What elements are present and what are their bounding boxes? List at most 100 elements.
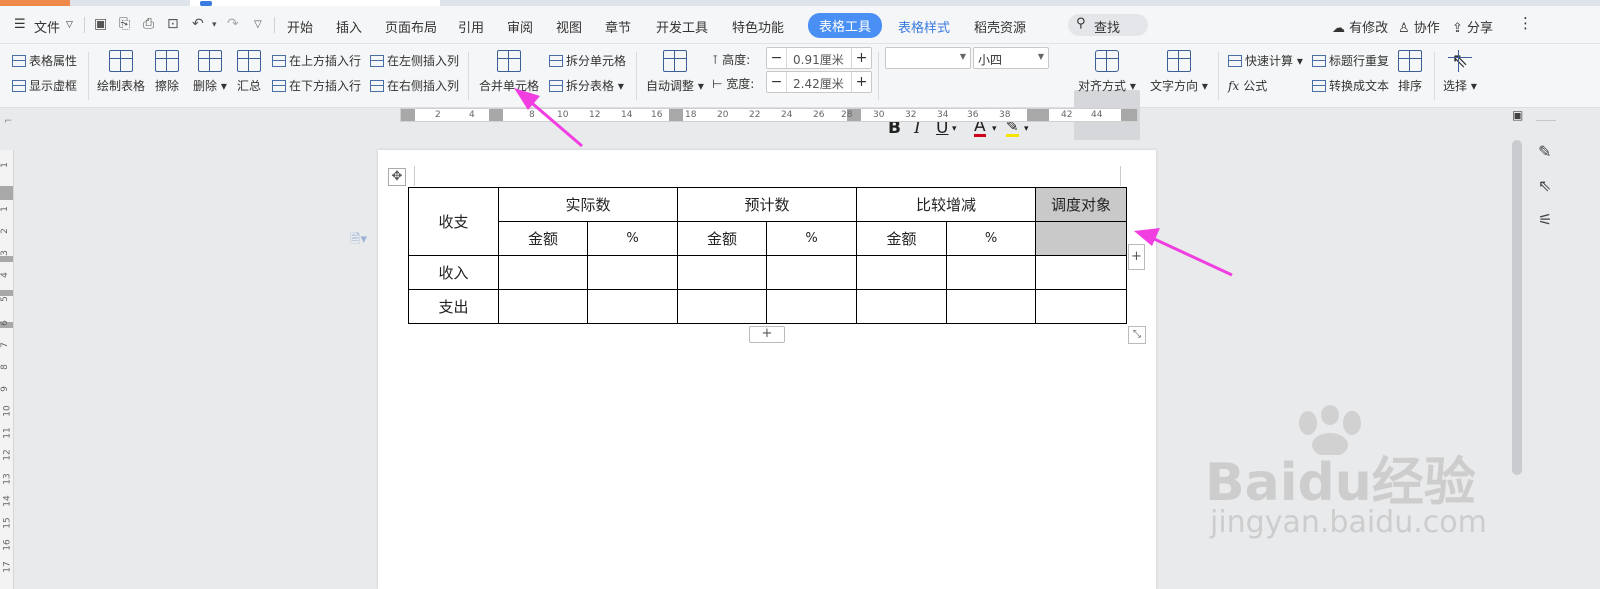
increase-icon[interactable]: +: [851, 48, 871, 68]
tab-table-style[interactable]: 表格样式: [898, 17, 950, 36]
table-cell[interactable]: [498, 255, 588, 290]
table-cell[interactable]: 实际数: [498, 187, 678, 222]
table-cell[interactable]: 收支: [408, 187, 499, 256]
table-cell[interactable]: [677, 289, 767, 324]
split-cells-button[interactable]: 拆分单元格: [549, 52, 626, 69]
select-button[interactable]: ⇖ 选择 ▾: [1443, 50, 1477, 94]
table-cell[interactable]: 预计数: [677, 187, 857, 222]
undo-dropdown-icon[interactable]: ▾: [212, 20, 217, 30]
customize-quick-access-icon[interactable]: ▽: [254, 19, 262, 30]
table-cell[interactable]: 支出: [408, 289, 499, 324]
table-cell[interactable]: 比较增减: [856, 187, 1036, 222]
table-cell[interactable]: %: [766, 221, 857, 256]
vertical-ruler[interactable]: 1 1 2 3 4 5 6 7 8 9 10 11 12 13 14 15 16…: [0, 150, 14, 589]
tab-page-layout[interactable]: 页面布局: [385, 17, 437, 36]
font-color-dropdown-icon[interactable]: ▾: [992, 124, 997, 134]
table-move-handle-icon[interactable]: ✥: [388, 168, 406, 186]
font-size-select[interactable]: 小四 ▼: [973, 47, 1049, 69]
table-cell[interactable]: [587, 289, 678, 324]
table-cell[interactable]: 金额: [498, 221, 588, 256]
more-options-icon[interactable]: ⋮: [1518, 14, 1533, 32]
vertical-scrollbar[interactable]: [1512, 140, 1522, 475]
print-preview-icon[interactable]: ⊡: [167, 16, 179, 32]
horizontal-ruler[interactable]: 2 4 8 10 12 14 16 18 20 22 24 26 28 30 3…: [400, 108, 1138, 122]
table-cell[interactable]: [946, 289, 1036, 324]
tab-table-tools[interactable]: 表格工具: [808, 13, 883, 38]
col-width-value[interactable]: 2.42厘米: [793, 75, 844, 92]
draw-table-button[interactable]: 绘制表格: [97, 50, 145, 94]
table-cell[interactable]: %: [587, 221, 678, 256]
print-icon[interactable]: ⎙: [143, 16, 154, 32]
insert-row-below-button[interactable]: 在下方插入行: [272, 77, 361, 94]
table-cell[interactable]: 金额: [856, 221, 947, 256]
table-cell-selected[interactable]: [1035, 221, 1127, 256]
table-cell[interactable]: [498, 289, 588, 324]
split-table-button[interactable]: 拆分表格 ▾: [549, 77, 624, 94]
auto-fit-button[interactable]: 自动调整 ▾: [646, 50, 704, 94]
table-properties-button[interactable]: 表格属性: [12, 52, 77, 69]
select-cursor-icon[interactable]: ⇖: [1538, 176, 1551, 195]
save-icon[interactable]: ▣: [94, 16, 107, 32]
tab-review[interactable]: 审阅: [507, 17, 533, 36]
table-cell[interactable]: [1035, 289, 1127, 324]
hamburger-icon[interactable]: ☰: [14, 17, 26, 32]
convert-to-text-button[interactable]: 转换成文本: [1312, 77, 1389, 94]
tab-docer-resources[interactable]: 稻壳资源: [974, 17, 1026, 36]
modified-button[interactable]: ☁ 有修改: [1332, 17, 1388, 36]
paragraph-icon[interactable]: 🗎▾: [350, 230, 367, 252]
show-gridlines-button[interactable]: 显示虚框: [12, 77, 77, 94]
row-height-value[interactable]: 0.91厘米: [793, 51, 844, 68]
table-cell[interactable]: [677, 255, 767, 290]
file-menu[interactable]: 文件: [34, 17, 60, 36]
summary-button[interactable]: 汇总: [237, 50, 261, 94]
search-box[interactable]: ⚲ 查找: [1068, 14, 1148, 36]
table-cell[interactable]: [766, 289, 857, 324]
quick-calc-button[interactable]: 快速计算 ▾: [1228, 52, 1303, 69]
tab-references[interactable]: 引用: [458, 17, 484, 36]
share-button[interactable]: ⇪ 分享: [1452, 17, 1493, 36]
increase-icon[interactable]: +: [851, 72, 871, 92]
document-page[interactable]: ✥ 收支 实际数 预计数 比较增减 调度对象 金额 % 金额 % 金额 % 收入: [378, 150, 1156, 589]
chevron-down-icon[interactable]: ▽: [66, 20, 73, 30]
alignment-button[interactable]: 对齐方式 ▾: [1078, 50, 1136, 94]
data-table[interactable]: 收支 实际数 预计数 比较增减 调度对象 金额 % 金额 % 金额 % 收入 支…: [408, 187, 1127, 324]
row-height-stepper[interactable]: − 0.91厘米 +: [766, 47, 872, 69]
highlight-dropdown-icon[interactable]: ▾: [1024, 124, 1029, 134]
add-column-button[interactable]: +: [1128, 244, 1145, 270]
col-width-stepper[interactable]: − 2.42厘米 +: [766, 71, 872, 93]
table-cell[interactable]: %: [946, 221, 1036, 256]
adjust-sliders-icon[interactable]: ⚟: [1538, 210, 1552, 229]
tab-special-features[interactable]: 特色功能: [732, 17, 784, 36]
panel-toggle-icon[interactable]: ▣: [1512, 108, 1523, 122]
table-cell[interactable]: [946, 255, 1036, 290]
tab-sections[interactable]: 章节: [605, 17, 631, 36]
tab-view[interactable]: 视图: [556, 17, 582, 36]
text-direction-button[interactable]: 文字方向 ▾: [1150, 50, 1208, 94]
export-pdf-icon[interactable]: ⎘: [119, 16, 130, 32]
tab-home[interactable]: 开始: [287, 17, 313, 36]
collaborate-button[interactable]: ♙ 协作: [1398, 17, 1440, 36]
insert-row-above-button[interactable]: 在上方插入行: [272, 52, 361, 69]
tab-insert[interactable]: 插入: [336, 17, 362, 36]
table-cell[interactable]: 收入: [408, 255, 499, 290]
table-cell[interactable]: 金额: [677, 221, 767, 256]
edit-pen-icon[interactable]: ✎: [1538, 142, 1551, 161]
insert-col-left-button[interactable]: 在左侧插入列: [370, 52, 459, 69]
merge-cells-button[interactable]: 合并单元格: [479, 50, 539, 94]
table-cell-selected[interactable]: 调度对象: [1035, 187, 1127, 222]
sort-button[interactable]: 排序: [1398, 50, 1422, 94]
table-cell[interactable]: [856, 289, 947, 324]
table-cell[interactable]: [587, 255, 678, 290]
table-cell[interactable]: [1035, 255, 1127, 290]
add-row-button[interactable]: +: [749, 326, 785, 343]
formula-button[interactable]: fx 公式: [1228, 77, 1267, 94]
tab-developer[interactable]: 开发工具: [656, 17, 708, 36]
table-resize-handle-icon[interactable]: ⤡: [1128, 326, 1146, 344]
delete-button[interactable]: 删除 ▾: [193, 50, 227, 94]
erase-button[interactable]: 擦除: [155, 50, 179, 94]
decrease-icon[interactable]: −: [767, 48, 787, 68]
insert-col-right-button[interactable]: 在右侧插入列: [370, 77, 459, 94]
table-cell[interactable]: [766, 255, 857, 290]
table-cell[interactable]: [856, 255, 947, 290]
redo-icon[interactable]: ↷: [227, 16, 239, 32]
